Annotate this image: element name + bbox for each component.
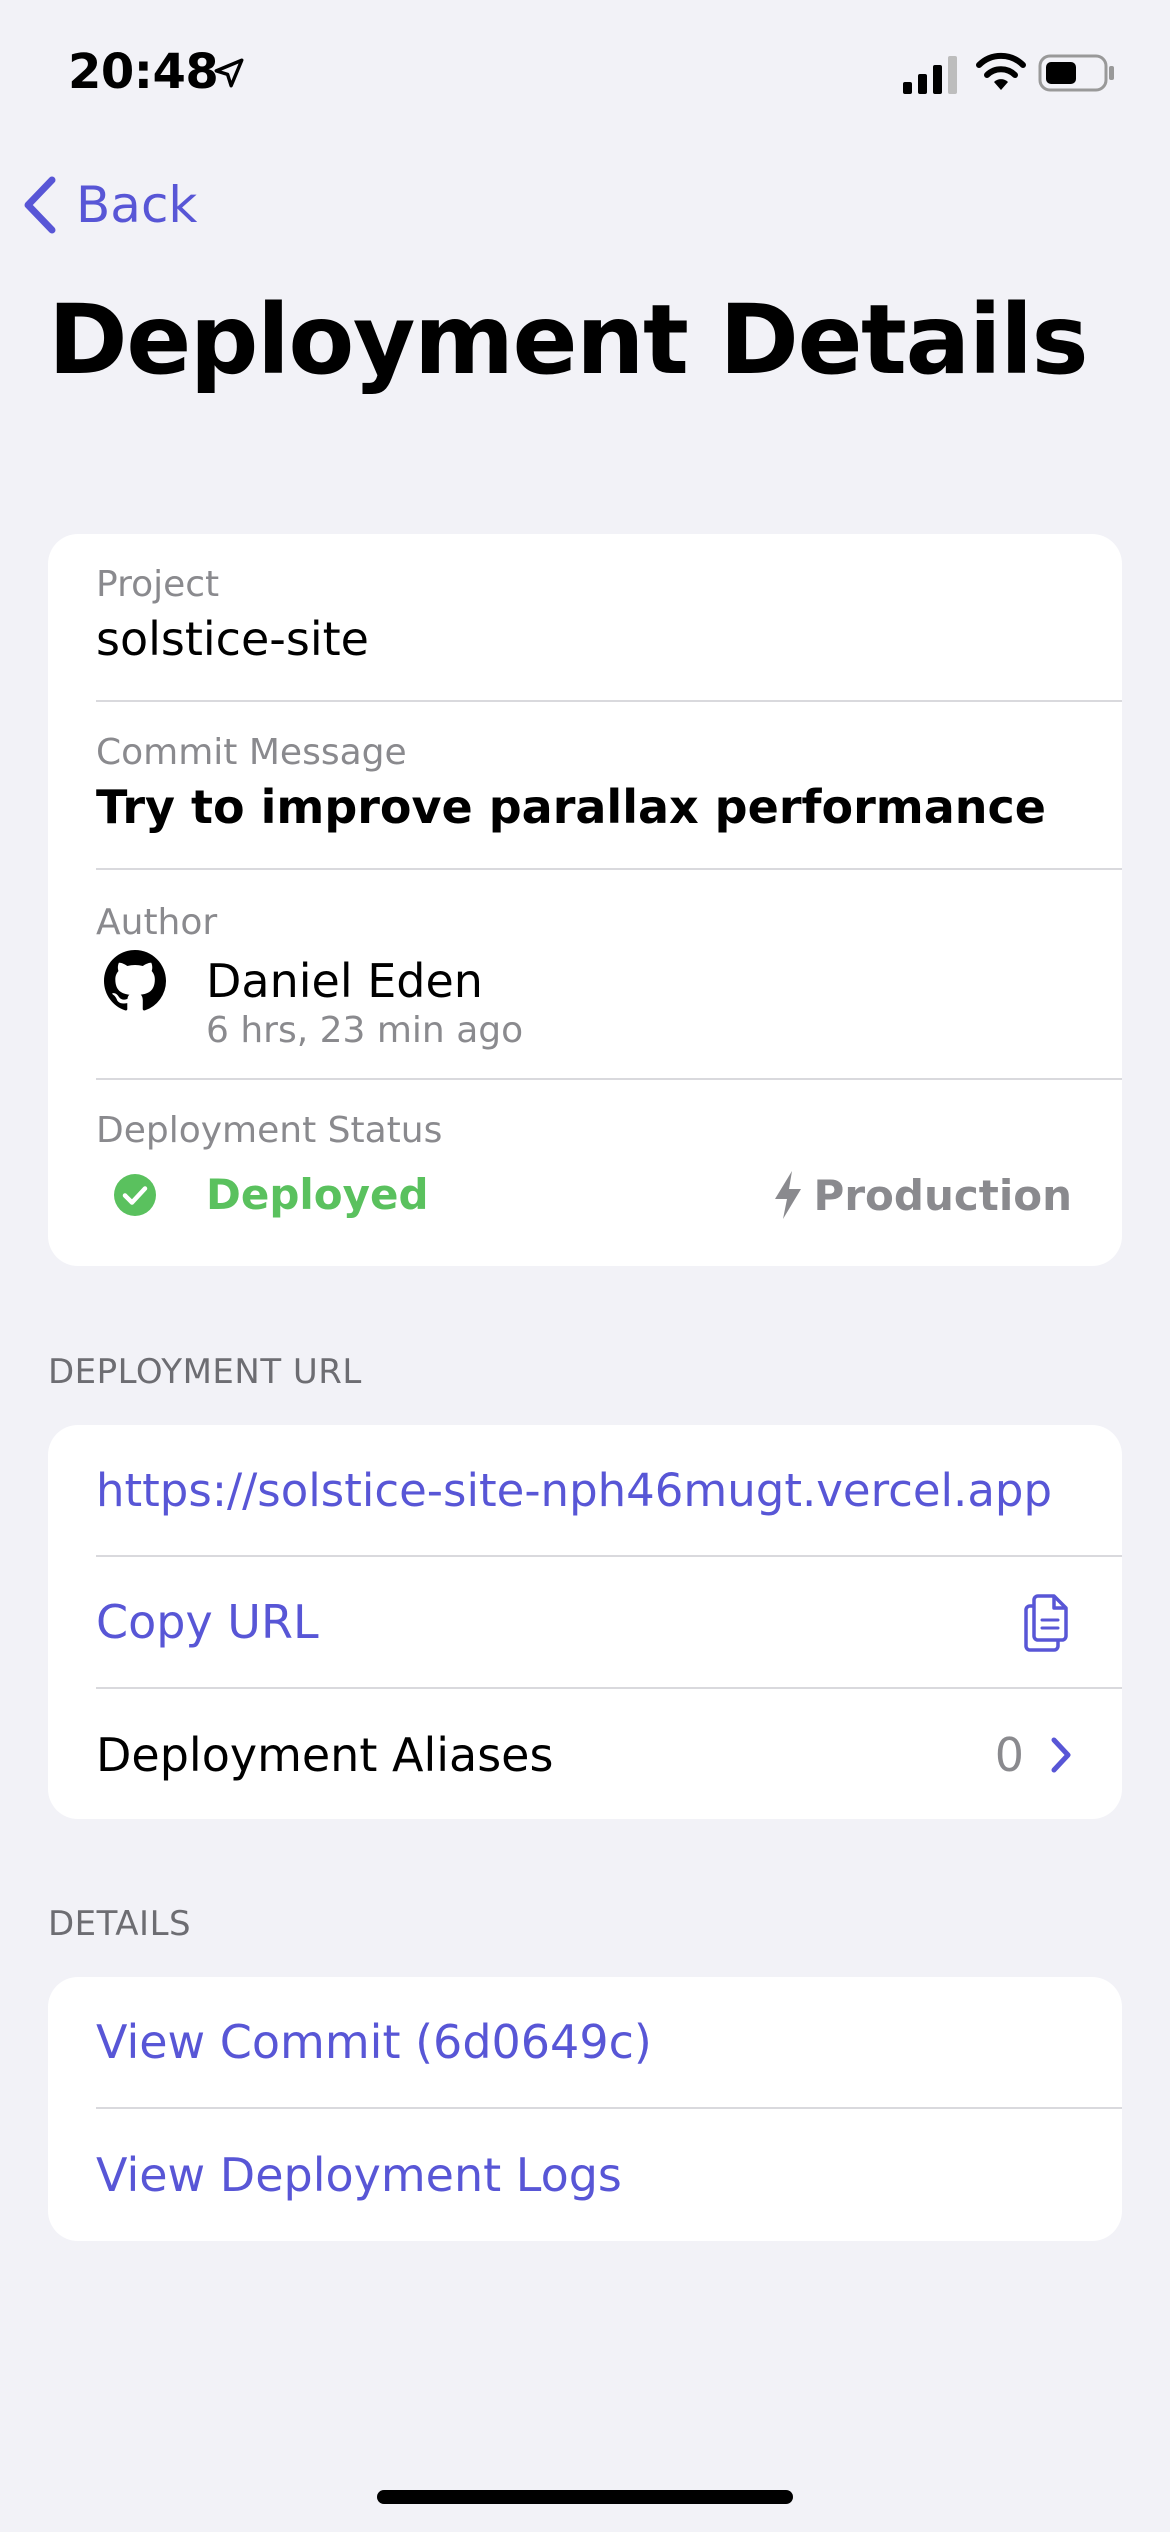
copy-icon [1024, 1594, 1068, 1652]
aliases-count: 0 [994, 1728, 1024, 1782]
copy-url-label: Copy URL [96, 1595, 319, 1649]
wifi-icon [976, 52, 1026, 90]
location-arrow-icon [214, 58, 244, 88]
details-card: View Commit (6d0649c) View Deployment Lo… [48, 1977, 1122, 2241]
back-label: Back [76, 176, 198, 234]
commit-value: Try to improve parallax performance [96, 780, 1046, 834]
bolt-icon [774, 1171, 801, 1219]
author-label: Author [96, 902, 218, 943]
commit-label: Commit Message [96, 732, 407, 773]
status-row: Deployment Status Deployed Production [96, 1080, 1122, 1266]
status-label: Deployment Status [96, 1110, 443, 1151]
cellular-signal-icon [903, 56, 957, 94]
copy-url-row[interactable]: Copy URL [96, 1557, 1122, 1689]
chevron-right-icon [1051, 1737, 1071, 1773]
view-logs-row[interactable]: View Deployment Logs [96, 2109, 1122, 2241]
project-label: Project [96, 564, 220, 605]
status-time: 20:48 [68, 44, 219, 100]
commit-row: Commit Message Try to improve parallax p… [96, 702, 1122, 870]
details-header: DETAILS [48, 1904, 192, 1944]
deployment-url-header: DEPLOYMENT URL [48, 1352, 362, 1392]
deployment-aliases-label: Deployment Aliases [96, 1728, 554, 1782]
author-time: 6 hrs, 23 min ago [206, 1010, 524, 1051]
deployment-url-link[interactable]: https://solstice-site-nph46mugt.vercel.a… [96, 1464, 1052, 1517]
back-button[interactable]: Back [22, 170, 197, 240]
project-row: Project solstice-site [96, 534, 1122, 702]
battery-icon [1038, 54, 1114, 92]
checkmark-circle-icon [114, 1174, 156, 1216]
author-name: Daniel Eden [206, 954, 483, 1008]
deployment-url-card: https://solstice-site-nph46mugt.vercel.a… [48, 1425, 1122, 1819]
view-commit-row[interactable]: View Commit (6d0649c) [96, 1977, 1122, 2109]
environment-badge: Production [772, 1170, 1072, 1220]
project-value: solstice-site [96, 612, 369, 666]
environment-label: Production [813, 1170, 1072, 1220]
view-commit-link[interactable]: View Commit (6d0649c) [96, 2015, 652, 2069]
github-icon [104, 950, 166, 1011]
url-row[interactable]: https://solstice-site-nph46mugt.vercel.a… [96, 1425, 1122, 1557]
author-row: Author Daniel Eden 6 hrs, 23 min ago [96, 870, 1122, 1080]
deployment-aliases-row[interactable]: Deployment Aliases 0 [96, 1689, 1122, 1819]
home-indicator[interactable] [377, 2490, 793, 2504]
chevron-left-icon [24, 176, 56, 234]
view-deployment-logs-link[interactable]: View Deployment Logs [96, 2148, 622, 2202]
page-title: Deployment Details [48, 284, 1089, 396]
status-value: Deployed [206, 1170, 429, 1219]
aliases-trailing: 0 [995, 1728, 1072, 1782]
deployment-info-card: Project solstice-site Commit Message Try… [48, 534, 1122, 1266]
status-bar: 20:48 [0, 0, 1170, 150]
